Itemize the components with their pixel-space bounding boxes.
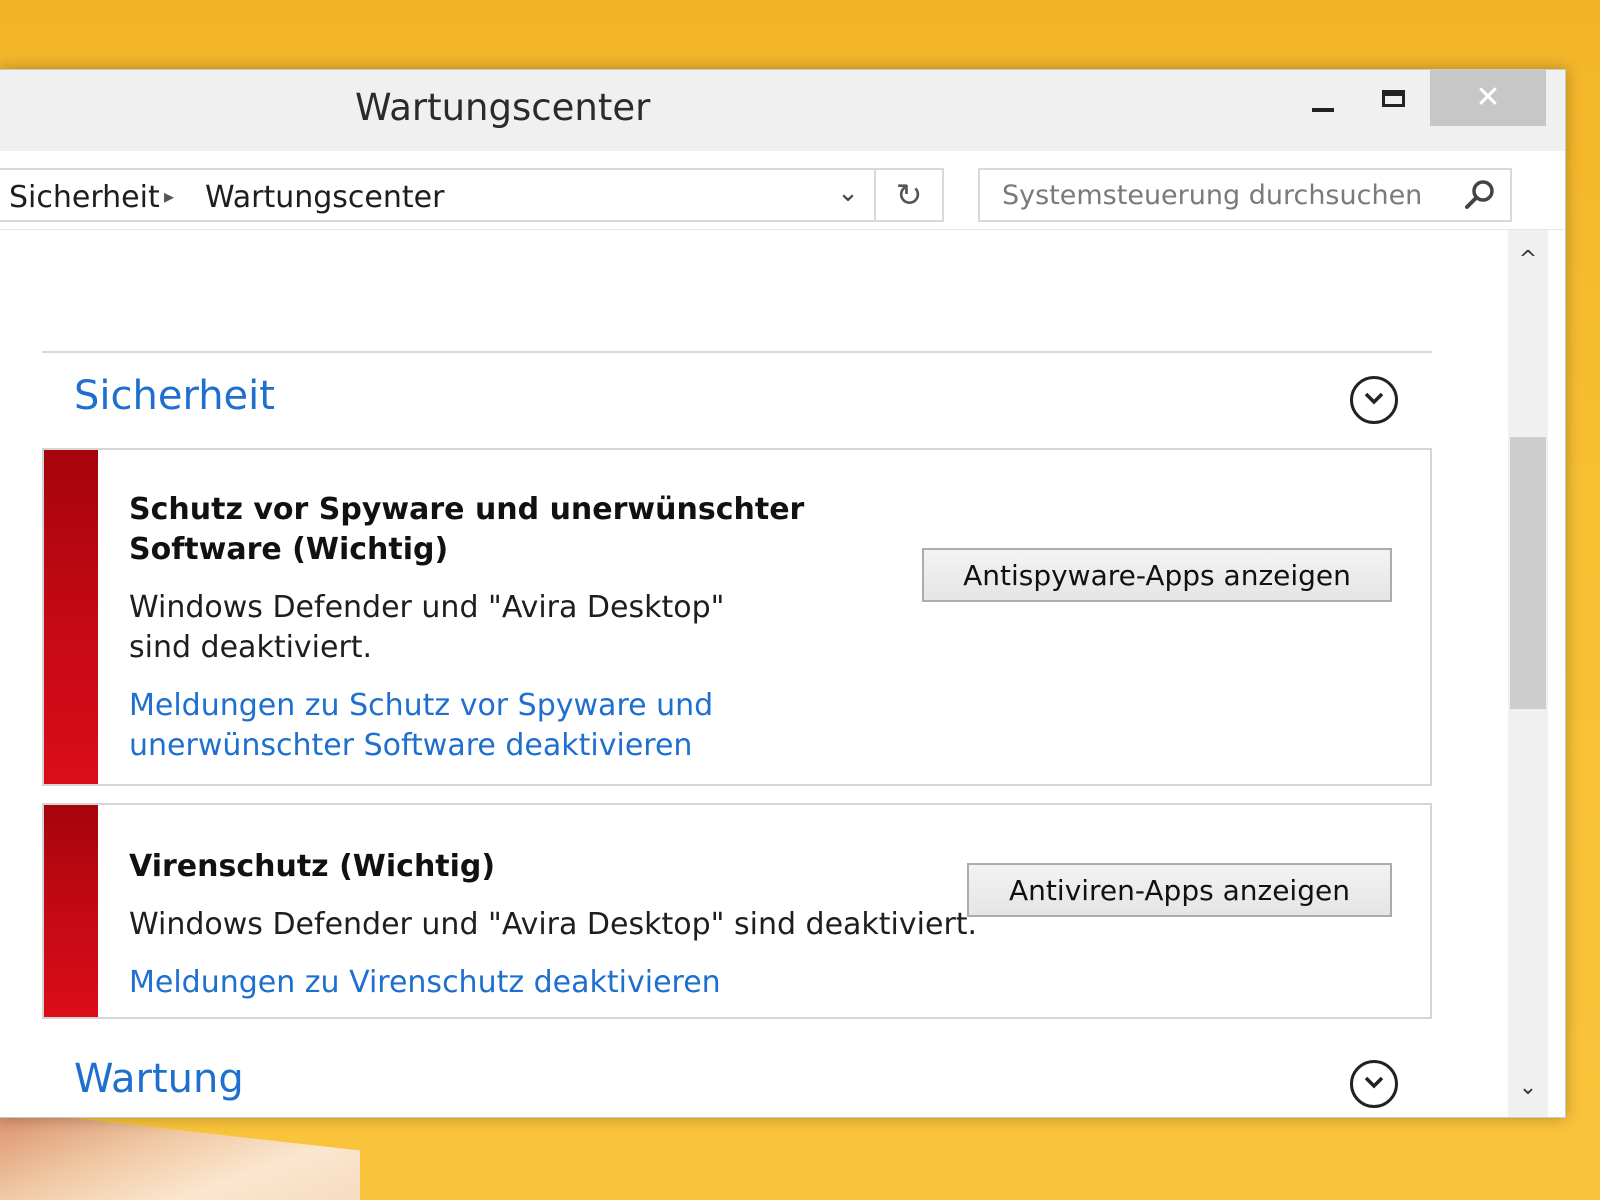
show-antispyware-apps-button[interactable]: Antispyware-Apps anzeigen bbox=[922, 548, 1392, 602]
close-icon: ✕ bbox=[1475, 80, 1501, 115]
section-title-sicherheit[interactable]: Sicherheit bbox=[74, 373, 275, 419]
close-button[interactable]: ✕ bbox=[1430, 70, 1546, 126]
maximize-button[interactable] bbox=[1364, 70, 1424, 126]
message-text: Windows Defender und "Avira Desktop" sin… bbox=[129, 590, 725, 665]
disable-messages-link[interactable]: Meldungen zu Schutz vor Spyware und uner… bbox=[129, 686, 729, 766]
search-icon[interactable] bbox=[1462, 177, 1498, 213]
minimize-button[interactable] bbox=[1292, 70, 1352, 126]
section-divider bbox=[42, 351, 1432, 353]
window-title: Wartungscenter bbox=[355, 86, 651, 129]
spyware-message-card: Schutz vor Spyware und unerwünschter Sof… bbox=[42, 448, 1432, 786]
scroll-up-icon[interactable]: ^ bbox=[1508, 240, 1548, 280]
breadcrumb-sicherheit[interactable]: Sicherheit bbox=[9, 180, 160, 215]
address-dropdown-icon[interactable]: ⌄ bbox=[828, 178, 868, 214]
title-bar[interactable]: Wartungscenter ✕ bbox=[0, 70, 1565, 151]
content-area: Sicherheit Schutz vor Spyware und unerwü… bbox=[0, 230, 1508, 1117]
chevron-down-circle-icon bbox=[1364, 392, 1384, 405]
navigation-bar: Sicherheit ▸ Wartungscenter ⌄ ↻ bbox=[0, 151, 1565, 230]
message-title: Schutz vor Spyware und unerwünschter Sof… bbox=[129, 492, 805, 567]
breadcrumb-separator-icon[interactable]: ▸ bbox=[164, 184, 174, 208]
minimize-icon bbox=[1312, 108, 1334, 112]
chevron-down-circle-icon bbox=[1364, 1076, 1384, 1089]
antivirus-message-card: Virenschutz (Wichtig) Windows Defender u… bbox=[42, 803, 1432, 1019]
expand-maintenance-button[interactable] bbox=[1350, 1060, 1398, 1108]
breadcrumb-wartungscenter[interactable]: Wartungscenter bbox=[205, 180, 444, 215]
section-title-wartung[interactable]: Wartung bbox=[74, 1056, 244, 1102]
message-title: Virenschutz (Wichtig) bbox=[129, 849, 496, 884]
desktop-background bbox=[0, 1110, 360, 1200]
critical-status-stripe bbox=[44, 805, 98, 1017]
refresh-icon[interactable]: ↻ bbox=[886, 174, 932, 216]
show-antivirus-apps-button[interactable]: Antiviren-Apps anzeigen bbox=[967, 863, 1392, 917]
action-center-window: Wartungscenter ✕ Sicherheit ▸ Wartungsce… bbox=[0, 69, 1566, 1118]
vertical-scrollbar[interactable]: ^ ⌄ bbox=[1508, 230, 1548, 1117]
disable-messages-link[interactable]: Meldungen zu Virenschutz deaktivieren bbox=[129, 963, 721, 1003]
address-bar[interactable]: Sicherheit ▸ Wartungscenter ⌄ ↻ bbox=[0, 168, 944, 222]
expand-security-button[interactable] bbox=[1350, 376, 1398, 424]
search-input[interactable] bbox=[978, 168, 1512, 222]
maximize-icon bbox=[1382, 90, 1405, 107]
address-divider bbox=[874, 170, 876, 220]
scroll-down-icon[interactable]: ⌄ bbox=[1508, 1068, 1548, 1108]
message-text: Windows Defender und "Avira Desktop" sin… bbox=[129, 907, 978, 942]
scroll-thumb[interactable] bbox=[1510, 437, 1546, 709]
critical-status-stripe bbox=[44, 450, 98, 784]
